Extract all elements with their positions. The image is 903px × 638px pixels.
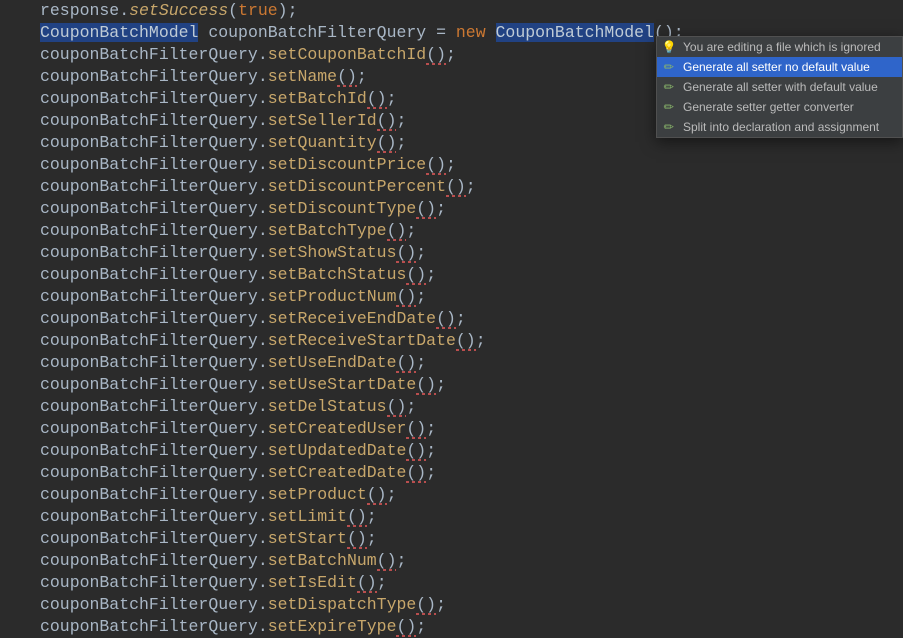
intention-actions-menu[interactable]: 💡 You are editing a file which is ignored… (656, 36, 903, 138)
bulb-icon: 💡 (661, 39, 677, 55)
intention-menu-item[interactable]: ✎ Split into declaration and assignment (657, 117, 902, 137)
code-line: couponBatchFilterQuery.setShowStatus(); (40, 242, 903, 264)
code-line: couponBatchFilterQuery.setBatchStatus(); (40, 264, 903, 286)
code-line: couponBatchFilterQuery.setProductNum(); (40, 286, 903, 308)
ctor-highlight: CouponBatchModel (496, 23, 654, 42)
code-line: couponBatchFilterQuery.setUpdatedDate(); (40, 440, 903, 462)
code-line: couponBatchFilterQuery.setStart(); (40, 528, 903, 550)
code-line: couponBatchFilterQuery.setDelStatus(); (40, 396, 903, 418)
code-line: couponBatchFilterQuery.setLimit(); (40, 506, 903, 528)
pencil-icon: ✎ (661, 99, 677, 115)
code-line: couponBatchFilterQuery.setDiscountType()… (40, 198, 903, 220)
intention-menu-label: Generate all setter no default value (683, 57, 870, 77)
code-line: couponBatchFilterQuery.setIsEdit(); (40, 572, 903, 594)
code-line: couponBatchFilterQuery.setDispatchType()… (40, 594, 903, 616)
intention-menu-item[interactable]: ✎ Generate all setter no default value (657, 57, 902, 77)
code-line: couponBatchFilterQuery.setReceiveEndDate… (40, 308, 903, 330)
pencil-icon: ✎ (661, 79, 677, 95)
intention-menu-label: You are editing a file which is ignored (683, 37, 881, 57)
intention-menu-label: Generate setter getter converter (683, 97, 854, 117)
code-line: couponBatchFilterQuery.setUseEndDate(); (40, 352, 903, 374)
code-line: couponBatchFilterQuery.setCreatedUser(); (40, 418, 903, 440)
code-line: couponBatchFilterQuery.setBatchType(); (40, 220, 903, 242)
intention-menu-item[interactable]: 💡 You are editing a file which is ignored (657, 37, 902, 57)
intention-menu-item[interactable]: ✎ Generate setter getter converter (657, 97, 902, 117)
code-line: response.setSuccess(true); (40, 0, 903, 22)
code-line: couponBatchFilterQuery.setExpireType(); (40, 616, 903, 638)
code-line: couponBatchFilterQuery.setDiscountPrice(… (40, 154, 903, 176)
pencil-icon: ✎ (661, 119, 677, 135)
intention-menu-label: Split into declaration and assignment (683, 117, 879, 137)
code-line: couponBatchFilterQuery.setBatchNum(); (40, 550, 903, 572)
code-line: couponBatchFilterQuery.setUseStartDate()… (40, 374, 903, 396)
type-highlight: CouponBatchModel (40, 23, 198, 42)
code-line: couponBatchFilterQuery.setProduct(); (40, 484, 903, 506)
intention-menu-label: Generate all setter with default value (683, 77, 878, 97)
pencil-icon: ✎ (661, 59, 677, 75)
code-line: couponBatchFilterQuery.setCreatedDate(); (40, 462, 903, 484)
code-line: couponBatchFilterQuery.setDiscountPercen… (40, 176, 903, 198)
intention-menu-item[interactable]: ✎ Generate all setter with default value (657, 77, 902, 97)
code-line: couponBatchFilterQuery.setReceiveStartDa… (40, 330, 903, 352)
